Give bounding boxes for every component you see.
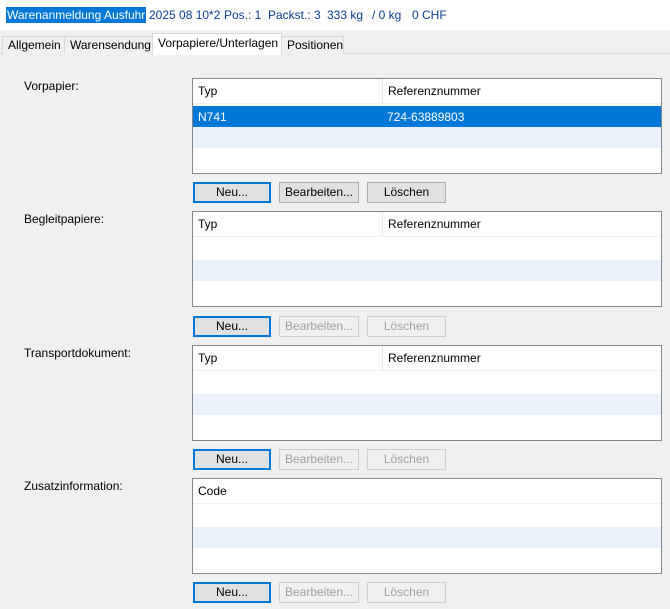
grid-header-row: Typ Referenznummer [193, 212, 661, 237]
column-header-code[interactable]: Code [193, 479, 661, 503]
empty-row [193, 394, 661, 415]
empty-row [193, 260, 661, 281]
column-header-referenznummer[interactable]: Referenznummer [382, 346, 661, 370]
tab-allgemein[interactable]: Allgemein [2, 36, 65, 54]
empty-row [193, 527, 661, 548]
zusatzinformation-grid[interactable]: Code [192, 478, 662, 574]
table-row[interactable]: N741 724-63889803 [193, 106, 661, 127]
vorpapier-new-button[interactable]: Neu... [193, 182, 271, 203]
zusatzinformation-label: Zusatzinformation: [24, 479, 123, 493]
column-header-referenznummer[interactable]: Referenznummer [382, 79, 661, 103]
gross-weight: 333 kg [327, 8, 364, 22]
zusatzinformation-new-button[interactable]: Neu... [193, 582, 271, 603]
title-bar: Warenanmeldung Ausfuhr 2025 08 10*2 Pos.… [0, 0, 670, 30]
empty-row [193, 415, 661, 436]
empty-row [193, 281, 661, 302]
grid-header-row: Code [193, 479, 661, 504]
tab-warensendung[interactable]: Warensendung [64, 36, 153, 54]
total-amount: 0 CHF [412, 8, 447, 22]
net-weight: / 0 kg [372, 8, 402, 22]
empty-row [193, 148, 661, 169]
column-header-typ[interactable]: Typ [193, 212, 383, 236]
column-header-referenznummer[interactable]: Referenznummer [382, 212, 661, 236]
cell-referenznummer: 724-63889803 [387, 109, 465, 124]
begleitpapiere-delete-button[interactable]: Löschen [367, 316, 446, 337]
grid-header-row: Typ Referenznummer [193, 346, 661, 371]
begleitpapiere-grid[interactable]: Typ Referenznummer [192, 211, 662, 307]
window-title: Warenanmeldung Ausfuhr [6, 7, 147, 23]
empty-row [193, 239, 661, 260]
begleitpapiere-label: Begleitpapiere: [24, 212, 105, 226]
zusatzinformation-edit-button[interactable]: Bearbeiten... [279, 582, 359, 603]
tab-positionen[interactable]: Positionen [281, 36, 344, 54]
transportdokument-new-button[interactable]: Neu... [193, 449, 271, 470]
column-header-typ[interactable]: Typ [193, 79, 383, 103]
begleitpapiere-edit-button[interactable]: Bearbeiten... [279, 316, 359, 337]
position-count: Pos.: 1 [224, 8, 262, 22]
empty-row [193, 373, 661, 394]
vorpapier-label: Vorpapier: [24, 79, 79, 93]
zusatzinformation-delete-button[interactable]: Löschen [367, 582, 446, 603]
package-count: Packst.: 3 [268, 8, 321, 22]
transportdokument-delete-button[interactable]: Löschen [367, 449, 446, 470]
empty-row [193, 127, 661, 148]
grid-header-row: Typ Referenznummer [193, 79, 661, 104]
tab-bar: Allgemein Warensendung Vorpapiere/Unterl… [0, 30, 670, 55]
declaration-date: 2025 08 10*2 [149, 8, 221, 22]
transportdokument-edit-button[interactable]: Bearbeiten... [279, 449, 359, 470]
cell-typ: N741 [198, 109, 227, 124]
column-header-typ[interactable]: Typ [193, 346, 383, 370]
begleitpapiere-new-button[interactable]: Neu... [193, 316, 271, 337]
empty-row [193, 506, 661, 527]
tab-panel-vorpapiere: Vorpapier: Typ Referenznummer N741 724-6… [0, 54, 670, 609]
vorpapier-delete-button[interactable]: Löschen [367, 182, 446, 203]
transportdokument-grid[interactable]: Typ Referenznummer [192, 345, 662, 441]
vorpapier-grid[interactable]: Typ Referenznummer N741 724-63889803 [192, 78, 662, 174]
empty-row [193, 548, 661, 569]
transportdokument-label: Transportdokument: [24, 346, 131, 360]
tab-vorpapiere-unterlagen[interactable]: Vorpapiere/Unterlagen [152, 33, 282, 55]
vorpapier-edit-button[interactable]: Bearbeiten... [279, 182, 359, 203]
